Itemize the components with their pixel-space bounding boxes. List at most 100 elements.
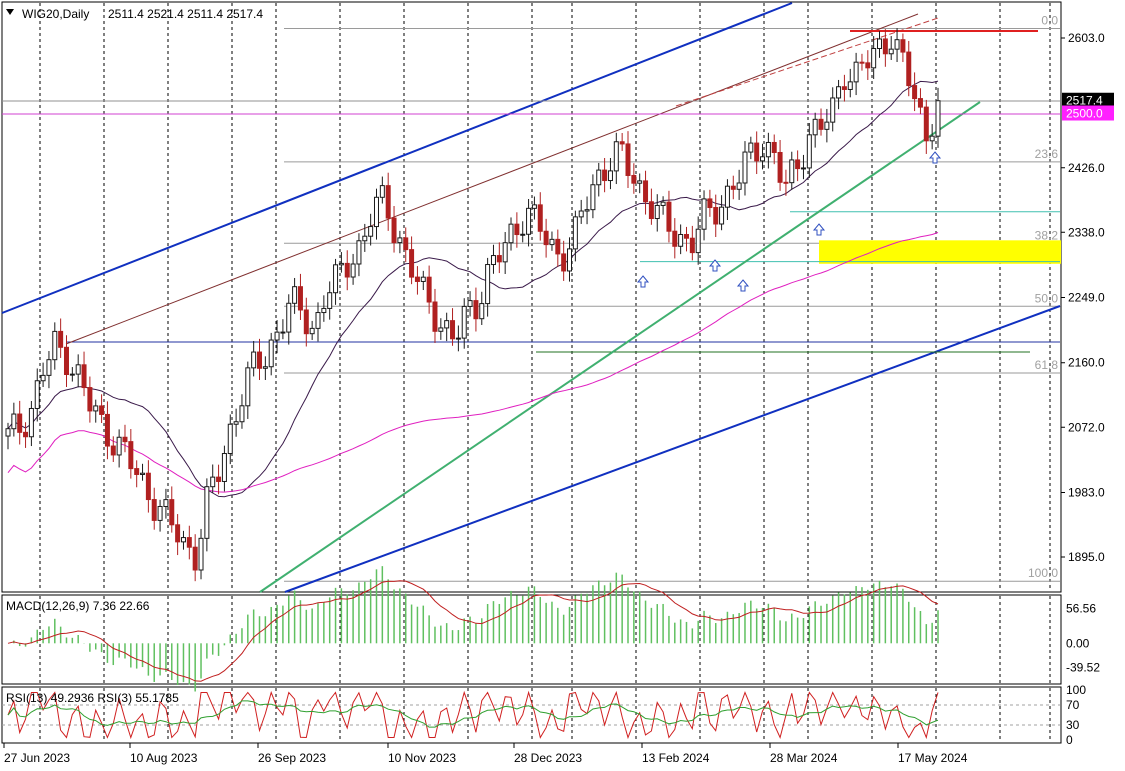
macd-tick-label: 0.00: [1066, 636, 1090, 650]
candle-body: [216, 476, 222, 482]
candle-body: [485, 264, 491, 305]
candle-body: [672, 230, 678, 247]
candle-body: [666, 201, 672, 232]
candle-body: [859, 61, 865, 64]
candle-body: [853, 61, 859, 83]
candle-body: [344, 262, 350, 278]
candle-body: [274, 331, 280, 341]
candle-body: [157, 505, 163, 521]
candle-body: [397, 237, 403, 244]
candle-body: [607, 170, 613, 182]
fib-level-label: 23.6: [1035, 147, 1059, 161]
candle-body: [338, 262, 344, 266]
candle-body: [683, 233, 689, 239]
candle-body: [713, 207, 719, 225]
candle-body: [777, 151, 783, 183]
candle-body: [63, 346, 69, 375]
candle-body: [502, 242, 508, 263]
candle-body: [800, 167, 806, 170]
candle-body: [450, 320, 456, 340]
candle-body: [894, 39, 900, 50]
candle-body: [315, 312, 321, 329]
macd-label: MACD(12,26,9) 7.36 22.66: [6, 599, 150, 613]
candle-body: [572, 216, 578, 250]
candle-body: [549, 238, 555, 246]
candle-body: [204, 486, 210, 539]
candle-body: [877, 38, 883, 50]
candle-body: [104, 413, 110, 447]
candle-body: [280, 331, 286, 334]
candle-body: [847, 81, 853, 90]
candle-body: [461, 305, 467, 339]
candle-body: [93, 405, 99, 412]
candle-body: [350, 263, 356, 278]
candle-body: [69, 373, 75, 376]
price-tick-label: 2160.0: [1068, 356, 1105, 370]
date-tick-label: 28 Mar 2024: [770, 751, 838, 765]
candle-body: [561, 253, 567, 272]
candle-body: [701, 198, 707, 230]
candle-body: [128, 441, 134, 470]
fib-level-label: 38.2: [1035, 228, 1059, 242]
candle-body: [508, 223, 514, 244]
candle-body: [52, 330, 58, 361]
candle-body: [678, 233, 684, 247]
candle-body: [409, 249, 415, 278]
ohlc-header: 2511.4 2521.4 2511.4 2517.4: [108, 7, 263, 21]
candle-body: [537, 204, 543, 232]
candle-body: [163, 499, 169, 507]
trading-chart[interactable]: 0.0 23.6 38.2 50.0 61.8 100.0 2603.0 2426.0 233…: [0, 0, 1125, 771]
level-price-label: 2500.0: [1066, 107, 1103, 121]
candle-body: [297, 286, 303, 311]
date-tick-label: 17 May 2024: [898, 751, 968, 765]
candle-body: [917, 98, 923, 108]
yellow-support-zone: [819, 240, 1061, 264]
candle-body: [368, 226, 374, 237]
candle-body: [490, 255, 496, 266]
candle-body: [186, 537, 192, 548]
candle-body: [765, 141, 771, 158]
candle-body: [730, 185, 736, 190]
candle-body: [479, 303, 485, 320]
candle-body: [689, 237, 695, 254]
candle-body: [251, 351, 257, 369]
candle-body: [619, 141, 625, 145]
macd-tick-label: 56.56: [1066, 602, 1096, 616]
candle-body: [719, 206, 725, 225]
candle-body: [836, 86, 842, 99]
candle-body: [391, 217, 397, 244]
candle-body: [923, 106, 929, 142]
candle-body: [34, 380, 40, 409]
candle-body: [75, 364, 81, 375]
candle-body: [736, 182, 742, 190]
candle-body: [140, 472, 146, 475]
rsi-tick-label: 70: [1066, 698, 1080, 712]
candle-body: [444, 320, 450, 329]
candle-body: [134, 468, 140, 475]
candle-body: [292, 286, 298, 304]
candle-body: [210, 476, 216, 488]
candle-body: [455, 337, 461, 340]
price-tick-label: 2426.0: [1068, 161, 1105, 175]
candle-body: [233, 421, 239, 425]
candle-body: [520, 233, 526, 236]
candle-body: [824, 121, 830, 130]
candle-body: [578, 210, 584, 218]
candle-body: [496, 255, 502, 263]
price-tick-label: 2249.0: [1068, 291, 1105, 305]
candle-body: [567, 248, 573, 272]
candle-body: [321, 307, 327, 314]
candle-body: [221, 453, 227, 482]
candle-body: [268, 339, 274, 368]
candle-body: [806, 134, 812, 169]
date-tick-label: 26 Sep 2023: [258, 751, 326, 765]
rsi-tick-label: 30: [1066, 718, 1080, 732]
candle-body: [385, 185, 391, 219]
candle-body: [871, 48, 877, 69]
candle-body: [771, 141, 777, 153]
candle-body: [373, 196, 379, 228]
candle-body: [426, 276, 432, 303]
rsi-tick-label: 0: [1066, 733, 1073, 747]
candle-body: [526, 207, 532, 235]
candle-body: [818, 118, 824, 130]
